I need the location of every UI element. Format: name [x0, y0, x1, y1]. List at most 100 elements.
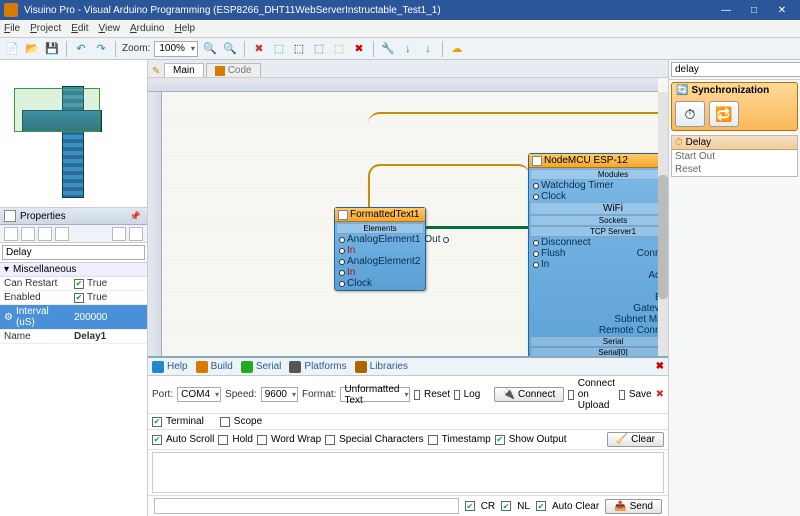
pencil-icon: ✎ — [152, 66, 162, 77]
design-preview[interactable] — [0, 60, 147, 208]
properties-panel: ▾ Miscellaneous Can Restart ✔True Enable… — [0, 225, 147, 516]
save-checkbox[interactable] — [619, 390, 625, 400]
toolbox-item[interactable]: 🔁 — [709, 101, 739, 127]
tab-platforms[interactable]: Platforms — [289, 361, 346, 373]
help-icon — [152, 361, 164, 373]
property-group[interactable]: ▾ Miscellaneous — [0, 263, 147, 277]
terminal-checkbox[interactable]: ✔ — [152, 417, 162, 427]
center-area: ✎ Main Code FormattedText1 Elements Anal… — [148, 60, 668, 516]
node-formattedtext1[interactable]: FormattedText1 Elements AnalogElement1In… — [334, 207, 426, 291]
special-checkbox[interactable] — [325, 435, 335, 445]
tab-serial[interactable]: Serial — [241, 361, 282, 373]
toolbox-search-input[interactable] — [671, 62, 800, 77]
window-buttons: — □ ✕ — [712, 0, 796, 20]
menu-view[interactable]: View — [98, 23, 120, 34]
tool-icon[interactable]: ⬚ — [311, 41, 327, 57]
libraries-icon — [355, 361, 367, 373]
scope-checkbox[interactable] — [220, 417, 230, 427]
code-icon — [215, 66, 225, 76]
undo-icon[interactable]: ↶ — [73, 41, 89, 57]
tool-icon[interactable]: ↓ — [400, 41, 416, 57]
port-combo[interactable]: COM4 — [177, 387, 221, 402]
autoscroll-checkbox[interactable]: ✔ — [152, 435, 162, 445]
tool-icon[interactable]: ⬚ — [331, 41, 347, 57]
speed-combo[interactable]: 9600 — [261, 387, 298, 402]
prop-row-name[interactable]: Name Delay1 — [0, 330, 147, 344]
toolbox-panel: ★ ⬚ ⬚ ⬚ 🔄Synchronization ⏱ 🔁 ⏱ Delay Sta… — [668, 60, 800, 516]
cr-checkbox[interactable]: ✔ — [465, 501, 475, 511]
close-pane-icon[interactable]: ✖ — [656, 361, 664, 372]
menu-edit[interactable]: Edit — [71, 23, 88, 34]
log-checkbox[interactable] — [454, 390, 460, 400]
pin-icon[interactable]: 📌 — [128, 211, 143, 222]
reset-checkbox[interactable] — [414, 390, 420, 400]
menu-bar: File Project Edit View Arduino Help — [0, 20, 800, 38]
send-button[interactable]: 📤 Send — [605, 499, 662, 514]
prop-tool-icon[interactable] — [21, 227, 35, 241]
prop-row-can-restart[interactable]: Can Restart ✔True — [0, 277, 147, 291]
menu-project[interactable]: Project — [30, 23, 61, 34]
properties-filter-input[interactable] — [2, 245, 145, 260]
zoomout-icon[interactable]: 🔍 — [222, 41, 238, 57]
hold-checkbox[interactable] — [218, 435, 228, 445]
toolbox-item[interactable]: ⏱ — [675, 101, 705, 127]
open-icon[interactable]: 📂 — [24, 41, 40, 57]
send-input[interactable] — [154, 498, 459, 514]
tab-main[interactable]: Main — [164, 63, 204, 77]
output-pane: Help Build Serial Platforms Libraries ✖ … — [148, 356, 668, 516]
connect-on-upload-checkbox[interactable] — [568, 390, 574, 400]
menu-help[interactable]: Help — [174, 23, 195, 34]
new-icon[interactable]: 📄 — [4, 41, 20, 57]
wrap-checkbox[interactable] — [257, 435, 267, 445]
window-title: Visuino Pro - Visual Arduino Programming… — [24, 5, 712, 16]
menu-file[interactable]: File — [4, 23, 20, 34]
prop-row-interval[interactable]: ⚙ Interval (uS) 200000 — [0, 305, 147, 330]
nl-checkbox[interactable]: ✔ — [501, 501, 511, 511]
showoutput-checkbox[interactable]: ✔ — [495, 435, 505, 445]
tool-icon[interactable]: ✖ — [351, 41, 367, 57]
tool-icon[interactable]: ☁ — [449, 41, 465, 57]
node-icon — [532, 156, 542, 166]
minimize-button[interactable]: — — [712, 0, 740, 20]
node-nodemcu[interactable]: NodeMCU ESP-12 Modules Watchdog Timer Cl… — [528, 153, 668, 382]
terminal-output[interactable] — [152, 452, 664, 493]
toolbox-list-item-delay[interactable]: ⏱ Delay Start Out Reset — [671, 135, 798, 177]
timestamp-checkbox[interactable] — [428, 435, 438, 445]
app-icon — [4, 3, 18, 17]
tool-icon[interactable]: ⬚ — [271, 41, 287, 57]
tab-libraries[interactable]: Libraries — [355, 361, 408, 373]
prop-tool-icon[interactable] — [55, 227, 69, 241]
prop-tool-icon[interactable] — [4, 227, 18, 241]
sync-icon: 🔄 — [676, 85, 688, 96]
toolbox-category[interactable]: 🔄Synchronization ⏱ 🔁 — [671, 82, 798, 131]
config-icon[interactable]: ✖ — [656, 389, 664, 400]
tool-icon[interactable]: ⬚ — [291, 41, 307, 57]
prop-tool-icon[interactable] — [112, 227, 126, 241]
main-toolbar: 📄 📂 💾 ↶ ↷ Zoom: 100% 🔍 🔍 ✖ ⬚ ⬚ ⬚ ⬚ ✖ 🔧 ↓… — [0, 38, 800, 60]
serial-icon — [241, 361, 253, 373]
tab-help[interactable]: Help — [152, 361, 188, 373]
maximize-button[interactable]: □ — [740, 0, 768, 20]
prop-tool-icon[interactable] — [38, 227, 52, 241]
speed-label: Speed: — [225, 389, 257, 400]
prop-tool-icon[interactable] — [129, 227, 143, 241]
zoomin-icon[interactable]: 🔍 — [202, 41, 218, 57]
port-label: Port: — [152, 389, 173, 400]
tool-icon[interactable]: 🔧 — [380, 41, 396, 57]
format-combo[interactable]: Unformatted Text — [340, 387, 410, 402]
tool-icon[interactable]: ↓ — [420, 41, 436, 57]
tab-build[interactable]: Build — [196, 361, 233, 373]
tab-code[interactable]: Code — [206, 63, 261, 77]
connect-button[interactable]: 🔌 Connect — [494, 387, 565, 402]
close-button[interactable]: ✕ — [768, 0, 796, 20]
ruler-horizontal — [148, 78, 658, 92]
prop-row-enabled[interactable]: Enabled ✔True — [0, 291, 147, 305]
save-icon[interactable]: 💾 — [44, 41, 60, 57]
tool-icon[interactable]: ✖ — [251, 41, 267, 57]
clear-button[interactable]: 🧹 Clear — [607, 432, 664, 447]
autoclear-checkbox[interactable]: ✔ — [536, 501, 546, 511]
zoom-combo[interactable]: 100% — [154, 41, 198, 57]
menu-arduino[interactable]: Arduino — [130, 23, 164, 34]
redo-icon[interactable]: ↷ — [93, 41, 109, 57]
node-icon — [338, 210, 348, 220]
